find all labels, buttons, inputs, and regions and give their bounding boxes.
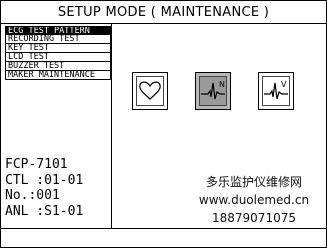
serial-number: No.:001	[5, 188, 60, 203]
dealer-name: 多乐监护仪维修网	[205, 175, 302, 189]
status-bar	[1, 228, 326, 248]
v-tag: V	[281, 80, 287, 89]
menu-item-ecg-test-pattern[interactable]: ECG TEST PATTERN	[5, 26, 111, 35]
menu-item-key-test[interactable]: KEY TEST	[5, 44, 111, 53]
menu-item-recording-test[interactable]: RECORDING TEST	[5, 35, 111, 44]
dealer-phone: 18879071075	[212, 211, 296, 225]
anl-version: ANL :S1-01	[5, 203, 84, 219]
menu-item-buzzer-test[interactable]: BUZZER TEST	[5, 62, 111, 71]
menu-item-maker-maintenance[interactable]: MAKER MAINTENANCE	[5, 71, 111, 80]
heart-pattern-button[interactable]	[132, 72, 168, 110]
ctl-version: CTL :01-01	[5, 172, 84, 188]
screen-frame: SETUP MODE ( MAINTENANCE ) ECG TEST PATT…	[0, 0, 327, 248]
dealer-website: www.duolemed.cn	[198, 193, 310, 207]
ecg-v-pattern-button[interactable]: V	[258, 72, 294, 110]
ecg-normal-icon: N	[199, 76, 227, 106]
device-info: FCP-7101 CTL :01-01 No.:001 ANL :S1-01	[5, 157, 83, 219]
heart-icon	[136, 76, 164, 106]
dealer-watermark: 多乐监护仪维修网 www.duolemed.cn 18879071075	[184, 173, 324, 227]
normal-tag: N	[219, 80, 225, 89]
model-number: FCP-7101	[5, 157, 68, 172]
ecg-normal-pattern-button[interactable]: N	[195, 72, 231, 110]
page-title: SETUP MODE ( MAINTENANCE )	[1, 1, 326, 24]
menu-item-lcd-test[interactable]: LCD TEST	[5, 53, 111, 62]
ecg-v-icon: V	[262, 76, 290, 106]
